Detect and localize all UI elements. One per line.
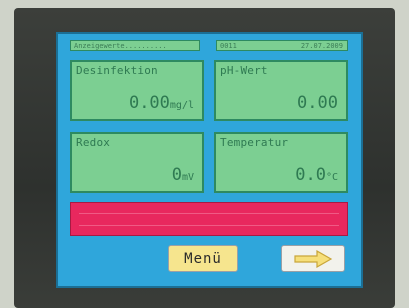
panel-label: Desinfektion: [76, 64, 158, 77]
alarm-line: [79, 213, 339, 214]
panel-value: 0.0°C: [295, 165, 338, 185]
panel-number: 0.00: [128, 93, 170, 113]
panel-value: 0.00mg/l: [129, 93, 194, 113]
panel-redox[interactable]: Redox 0mV: [70, 132, 204, 193]
panel-unit: mV: [181, 172, 194, 183]
panel-number: 0: [171, 165, 182, 185]
next-button[interactable]: [281, 245, 345, 272]
right-arrow-icon: [294, 249, 333, 268]
panel-label: Temperatur: [220, 136, 289, 149]
panel-value: 0.00: [297, 93, 338, 113]
status-date: 27.07.2009: [300, 42, 343, 50]
panel-label: Redox: [76, 136, 111, 149]
panel-unit: °C: [325, 172, 338, 183]
alarm-line: [79, 225, 339, 226]
panel-number: 0.00: [297, 93, 338, 113]
touch-screen: Anzeigewerte.......... 0011 27.07.2009 D…: [56, 32, 363, 288]
panel-number: 0.0: [295, 165, 326, 185]
status-strip-right: 0011 27.07.2009: [216, 40, 348, 51]
panel-desinfektion[interactable]: Desinfektion 0.00mg/l: [70, 60, 204, 121]
panel-unit: mg/l: [169, 100, 194, 111]
status-strip-left: Anzeigewerte..........: [70, 40, 200, 51]
status-code: 0011: [220, 42, 237, 50]
menu-button[interactable]: Menü: [168, 245, 238, 272]
panel-label: pH-Wert: [220, 64, 268, 77]
alarm-bar[interactable]: [70, 202, 348, 236]
panel-value: 0mV: [172, 165, 194, 185]
menu-button-label: Menü: [184, 250, 222, 267]
panel-ph-wert[interactable]: pH-Wert 0.00: [214, 60, 348, 121]
panel-temperatur[interactable]: Temperatur 0.0°C: [214, 132, 348, 193]
